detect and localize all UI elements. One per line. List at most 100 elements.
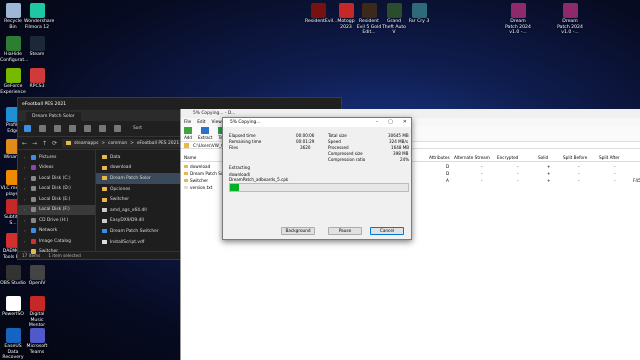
refresh-icon[interactable]: ⟳ bbox=[52, 140, 57, 147]
chevron-right-icon[interactable]: › bbox=[24, 207, 28, 212]
table-cell: D bbox=[446, 171, 450, 176]
copy-icon[interactable] bbox=[54, 125, 61, 132]
menu-item[interactable]: File bbox=[184, 120, 191, 125]
desktop-icon[interactable]: Dream Patch 2024 v1.0 -... bbox=[505, 3, 531, 36]
desktop-icon[interactable]: Microsoft Teams bbox=[24, 328, 50, 355]
nav-item[interactable]: › Local Disk (D:) bbox=[18, 184, 95, 195]
maximize-icon[interactable]: ▢ bbox=[388, 119, 393, 125]
table-cell: F451B bbox=[633, 178, 640, 183]
up-folder-icon[interactable] bbox=[184, 142, 189, 148]
column-header[interactable]: Alternate Stream bbox=[454, 155, 490, 160]
chevron-right-icon[interactable]: › bbox=[24, 165, 28, 170]
breadcrumb-item[interactable]: common bbox=[108, 141, 127, 146]
breadcrumb-separator: > bbox=[101, 140, 106, 146]
drive-icon bbox=[31, 175, 36, 181]
desktop-icon[interactable]: EaseUS Data Recovery Wiz... bbox=[0, 328, 26, 360]
breadcrumb-item[interactable]: eFootball PES 2021 bbox=[137, 141, 179, 146]
hidehide-icon bbox=[5, 36, 21, 51]
chevron-right-icon[interactable]: › bbox=[24, 155, 28, 160]
file-name: InstallScript.vdf bbox=[110, 239, 145, 245]
column-header[interactable]: Name bbox=[184, 155, 196, 160]
nav-item[interactable]: › Image Catalog bbox=[18, 236, 95, 247]
table-cell: - bbox=[517, 178, 519, 183]
column-header[interactable]: Attributes bbox=[429, 155, 450, 160]
drive-icon bbox=[31, 196, 36, 202]
chevron-right-icon[interactable]: › bbox=[24, 176, 28, 181]
desktop-icon[interactable]: Grand Theft Auto V bbox=[381, 3, 407, 36]
menu-item[interactable]: View bbox=[212, 120, 222, 125]
app-icon bbox=[102, 229, 107, 234]
table-cell: - bbox=[481, 178, 483, 183]
desktop-icon[interactable]: PowerISO bbox=[0, 296, 26, 318]
rename-icon[interactable] bbox=[84, 125, 91, 132]
up-arrow-icon[interactable]: ↑ bbox=[42, 140, 47, 147]
table-cell: + bbox=[547, 171, 551, 176]
delete-icon[interactable] bbox=[114, 125, 121, 132]
openiv-icon bbox=[29, 265, 45, 280]
nav-item[interactable]: › Videos bbox=[18, 163, 95, 174]
breadcrumb-item[interactable]: steamapps bbox=[74, 141, 98, 146]
toolbar-button[interactable]: Add bbox=[184, 127, 192, 140]
file-name: amd_ags_x64.dll bbox=[110, 207, 147, 213]
desktop-icon[interactable]: ResidentEvil... bbox=[305, 3, 338, 25]
desktop-icon[interactable]: RPCS3 bbox=[24, 68, 50, 90]
sort-button[interactable]: Sort bbox=[133, 126, 142, 131]
chevron-right-icon[interactable]: › bbox=[24, 228, 28, 233]
table-cell: - bbox=[481, 164, 483, 169]
nav-item[interactable]: › Local Disk (E:) bbox=[18, 194, 95, 205]
nav-item[interactable]: › Network bbox=[18, 226, 95, 237]
desktop-icon-label: OBS Studio bbox=[0, 281, 26, 286]
nav-item[interactable]: › CD Drive (H:) bbox=[18, 215, 95, 226]
desktop-icon[interactable]: OBS Studio bbox=[0, 265, 26, 287]
desktop-icon[interactable]: GeForce Experience bbox=[0, 68, 26, 95]
desktop-icon[interactable]: Wondershare Filmora 12 bbox=[24, 3, 54, 30]
column-header[interactable]: Split After bbox=[599, 155, 620, 160]
explorer-tab[interactable]: Dream Patch Solor bbox=[26, 112, 81, 121]
column-header[interactable]: Encrypted bbox=[497, 155, 518, 160]
background-button[interactable]: Background bbox=[281, 227, 315, 235]
minimize-icon[interactable]: – bbox=[376, 119, 379, 125]
new-icon[interactable] bbox=[24, 125, 31, 132]
cancel-button[interactable]: Cancel bbox=[370, 227, 404, 235]
chevron-right-icon[interactable]: › bbox=[24, 239, 28, 244]
desktop-icon[interactable]: Recycle Bin bbox=[0, 3, 26, 30]
table-cell: + bbox=[547, 164, 551, 169]
chevron-right-icon[interactable]: › bbox=[24, 218, 28, 223]
extracting-label: Extracting bbox=[229, 165, 250, 170]
desktop-icon[interactable]: Dream Patch 2024 v1.0 -... bbox=[557, 3, 583, 36]
pause-button[interactable]: Pause bbox=[328, 227, 362, 235]
ratio-value: 24% bbox=[400, 157, 410, 162]
add-icon bbox=[184, 127, 192, 134]
file-icon bbox=[184, 171, 188, 175]
menu-item[interactable]: Edit bbox=[197, 120, 205, 125]
desktop-icon[interactable]: Steam bbox=[24, 36, 50, 58]
nav-item[interactable]: › Local Disk (C:) bbox=[18, 173, 95, 184]
share-icon[interactable] bbox=[99, 125, 106, 132]
table-cell: - bbox=[614, 164, 616, 169]
file-name: Dream Patch Solor bbox=[110, 175, 151, 181]
game-icon bbox=[310, 3, 326, 18]
desktop-icon[interactable]: Digital Music Mentor bbox=[24, 296, 50, 329]
chevron-right-icon[interactable]: › bbox=[24, 186, 28, 191]
column-header[interactable]: Solid bbox=[538, 155, 548, 160]
close-icon[interactable]: ✕ bbox=[403, 119, 407, 125]
archive-icon bbox=[562, 3, 578, 18]
toolbar-button[interactable]: Extract bbox=[198, 127, 212, 140]
nav-item[interactable]: › Pictures bbox=[18, 152, 95, 163]
nav-item[interactable]: › Local Disk (F:) bbox=[18, 204, 95, 215]
table-cell: - bbox=[578, 164, 580, 169]
desktop-icon-label: PowerISO bbox=[2, 312, 24, 317]
desktop-icon[interactable]: Far Cry 3 bbox=[406, 3, 432, 25]
back-arrow-icon[interactable]: ← bbox=[22, 140, 27, 147]
rpcs3-icon bbox=[29, 68, 45, 83]
desktop-icon[interactable]: Resident Evil 5 Gold Edit... bbox=[356, 3, 382, 36]
desktop-icon[interactable]: OpenIV bbox=[24, 265, 50, 287]
folder-icon bbox=[102, 176, 107, 181]
chevron-right-icon[interactable]: › bbox=[24, 197, 28, 202]
cut-icon[interactable] bbox=[39, 125, 46, 132]
column-header[interactable]: Split Before bbox=[563, 155, 587, 160]
nav-item-label: Local Disk (F:) bbox=[39, 207, 70, 213]
desktop-icon[interactable]: HiaHide Configurat... bbox=[0, 36, 29, 63]
forward-arrow-icon[interactable]: → bbox=[32, 140, 37, 147]
paste-icon[interactable] bbox=[69, 125, 76, 132]
